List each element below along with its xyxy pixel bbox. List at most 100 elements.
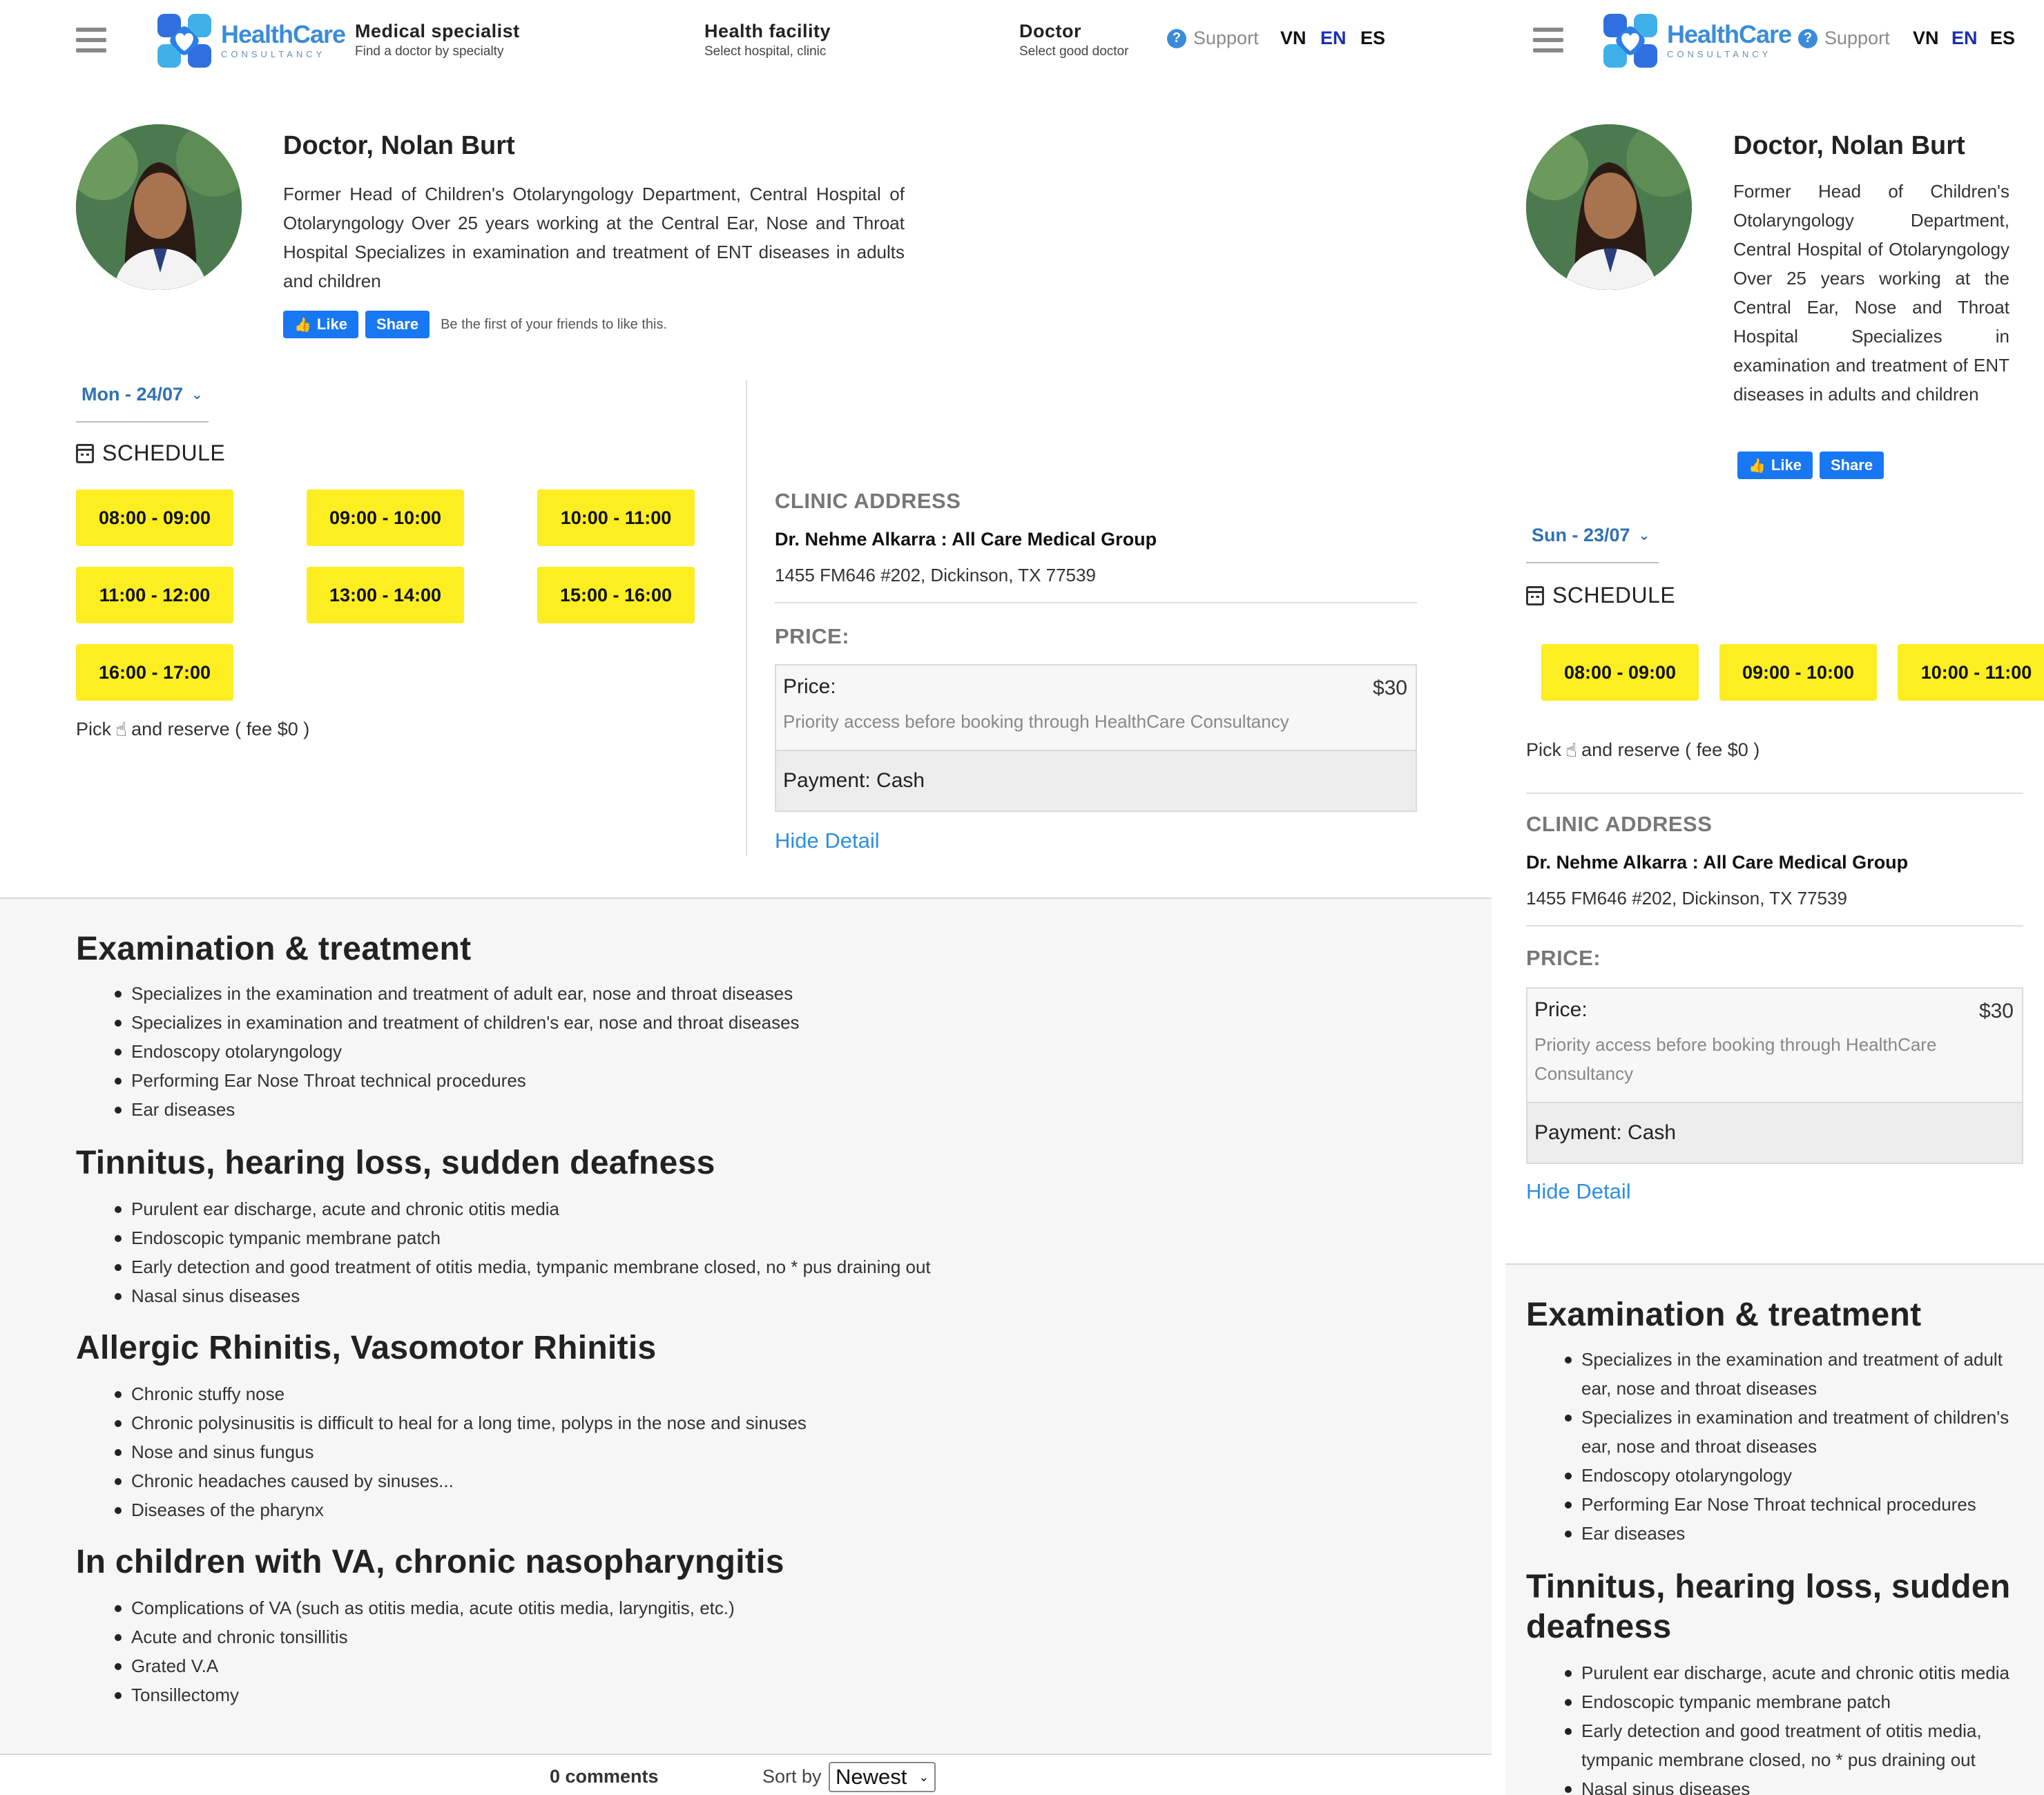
time-slot[interactable]: 13:00 - 14:00 xyxy=(307,567,464,623)
section-title: Tinnitus, hearing loss, sudden deafness xyxy=(76,1145,715,1181)
list-item: Ear diseases xyxy=(76,1095,800,1124)
support-label: Support xyxy=(1193,28,1259,48)
help-icon: ? xyxy=(1798,28,1818,48)
facebook-share-button[interactable]: Share xyxy=(365,311,430,338)
list-item: Diseases of the pharynx xyxy=(76,1495,807,1524)
nav-title: Health facility xyxy=(704,21,831,41)
menu-icon[interactable] xyxy=(76,28,106,52)
list-item: Endoscopy otolaryngology xyxy=(76,1037,800,1066)
date-underline xyxy=(1526,562,1659,563)
pointer-hand-icon: ☝ xyxy=(1565,739,1578,761)
list-item: Endoscopic tympanic membrane patch xyxy=(1526,1687,2023,1716)
time-slot[interactable]: 08:00 - 09:00 xyxy=(76,489,233,546)
nav-subtitle: Select hospital, clinic xyxy=(704,44,827,59)
doctor-details: Examination & treatment Specializes in t… xyxy=(0,898,1492,1754)
payment-method: Payment: Cash xyxy=(776,750,1416,811)
list-item: Early detection and good treatment of ot… xyxy=(76,1252,931,1281)
share-label: Share xyxy=(1830,456,1873,474)
comments-count: 0 comments xyxy=(550,1766,659,1787)
facebook-note: Be the first of your friends to like thi… xyxy=(441,316,668,332)
facebook-share-button[interactable]: Share xyxy=(1819,452,1884,479)
facebook-widget: 👍 Like Share xyxy=(1737,452,1884,479)
lang-es[interactable]: ES xyxy=(1990,28,2015,49)
facebook-like-button[interactable]: 👍 Like xyxy=(283,311,358,338)
facebook-like-button[interactable]: 👍 Like xyxy=(1737,452,1813,479)
nav-title: Doctor xyxy=(1019,21,1081,41)
menu-icon[interactable] xyxy=(1533,28,1563,52)
nav-medical-specialist[interactable]: Medical specialist Find a doctor by spec… xyxy=(355,19,520,61)
section-title: Allergic Rhinitis, Vasomotor Rhinitis xyxy=(76,1330,657,1366)
list-item: Ear diseases xyxy=(1526,1519,2023,1548)
hide-detail-link[interactable]: Hide Detail xyxy=(1526,1179,1631,1204)
doctor-description: Former Head of Children's Otolaryngology… xyxy=(283,184,905,291)
time-slot[interactable]: 16:00 - 17:00 xyxy=(76,644,233,701)
date-underline xyxy=(76,421,209,423)
pointer-hand-icon: ☝ xyxy=(115,719,128,740)
logo[interactable]: HealthCare CONSULTANCY xyxy=(1598,8,1792,73)
section-list: Complications of VA (such as otitis medi… xyxy=(76,1593,735,1709)
support-link[interactable]: ? Support xyxy=(1167,28,1259,49)
lang-en[interactable]: EN xyxy=(1951,28,1978,49)
calendar-icon xyxy=(76,443,94,463)
hide-detail-link[interactable]: Hide Detail xyxy=(775,828,880,853)
list-item: Grated V.A xyxy=(76,1651,735,1680)
lang-es[interactable]: ES xyxy=(1360,28,1385,49)
sort-value: Newest xyxy=(836,1765,907,1789)
pick-text-before: Pick xyxy=(76,719,112,739)
desktop-view: HealthCare CONSULTANCY Medical specialis… xyxy=(0,0,1492,1795)
divider xyxy=(775,602,1417,603)
sort-label: Sort by xyxy=(762,1766,822,1787)
section-title: Examination & treatment xyxy=(1526,1297,1922,1333)
date-selector[interactable]: Sun - 23/07 ⌄ xyxy=(1532,525,1650,546)
doctor-details: Examination & treatment Specializes in t… xyxy=(1505,1263,2044,1795)
list-item: Nasal sinus diseases xyxy=(1526,1774,2023,1795)
logo-mark-icon xyxy=(152,8,217,73)
time-slot[interactable]: 11:00 - 12:00 xyxy=(76,567,233,623)
lang-en[interactable]: EN xyxy=(1320,28,1347,49)
pick-text-after: and reserve ( fee $0 ) xyxy=(1581,739,1760,760)
pick-text-before: Pick xyxy=(1526,739,1562,760)
section-list: Purulent ear discharge, acute and chroni… xyxy=(1526,1658,2023,1795)
support-link[interactable]: ? Support xyxy=(1798,28,1890,49)
doctor-description: Former Head of Children's Otolaryngology… xyxy=(1733,181,2009,405)
list-item: Chronic polysinusitis is difficult to he… xyxy=(76,1408,807,1437)
section-list: Specializes in the examination and treat… xyxy=(76,979,800,1124)
date-value: Mon - 24/07 xyxy=(81,384,184,405)
time-slot[interactable]: 09:00 - 10:00 xyxy=(1719,644,1877,701)
date-selector[interactable]: Mon - 24/07 ⌄ xyxy=(81,384,203,405)
time-slot[interactable]: 09:00 - 10:00 xyxy=(307,489,464,546)
section-list: Specializes in the examination and treat… xyxy=(1526,1345,2023,1548)
lang-vn[interactable]: VN xyxy=(1913,28,1939,49)
price-value: $30 xyxy=(1978,1000,2014,1022)
logo-title: HealthCare xyxy=(1667,20,1792,48)
doctor-avatar xyxy=(1526,124,1692,290)
list-item: Specializes in the examination and treat… xyxy=(1526,1345,2023,1403)
section-list: Chronic stuffy nose Chronic polysinusiti… xyxy=(76,1379,807,1524)
nav-health-facility[interactable]: Health facility Select hospital, clinic xyxy=(704,19,831,61)
clinic-address-heading: CLINIC ADDRESS xyxy=(1526,812,1713,836)
list-item: Early detection and good treatment of ot… xyxy=(1526,1716,2023,1774)
price-note: Priority access before booking through H… xyxy=(783,711,1289,732)
list-item: Complications of VA (such as otitis medi… xyxy=(76,1593,735,1622)
list-item: Purulent ear discharge, acute and chroni… xyxy=(76,1194,931,1223)
nav-doctor[interactable]: Doctor Select good doctor xyxy=(1019,19,1128,61)
doctor-avatar xyxy=(76,124,242,290)
time-slot[interactable]: 10:00 - 11:00 xyxy=(537,489,695,546)
time-slot[interactable]: 15:00 - 16:00 xyxy=(537,567,695,623)
support-label: Support xyxy=(1824,28,1890,48)
time-slot[interactable]: 08:00 - 09:00 xyxy=(1541,644,1699,701)
logo[interactable]: HealthCare CONSULTANCY xyxy=(152,8,346,73)
sort-select[interactable]: Newest ⌄ xyxy=(829,1762,936,1792)
clinic-address-heading: CLINIC ADDRESS xyxy=(775,489,961,513)
site-header: HealthCare CONSULTANCY ? Support VN EN E… xyxy=(1505,0,2044,83)
section-list: Purulent ear discharge, acute and chroni… xyxy=(76,1194,931,1310)
price-box: Price: $30 Priority access before bookin… xyxy=(775,664,1417,812)
divider xyxy=(1526,925,2023,926)
clinic-name: Dr. Nehme Alkarra : All Care Medical Gro… xyxy=(775,529,1157,550)
time-slot[interactable]: 10:00 - 11:00 xyxy=(1898,644,2044,701)
price-label: Price: xyxy=(783,675,836,698)
pick-text-after: and reserve ( fee $0 ) xyxy=(131,719,310,739)
lang-vn[interactable]: VN xyxy=(1280,28,1307,49)
logo-subtitle: CONSULTANCY xyxy=(1667,49,1772,59)
clinic-address: 1455 FM646 #202, Dickinson, TX 77539 xyxy=(775,565,1096,585)
